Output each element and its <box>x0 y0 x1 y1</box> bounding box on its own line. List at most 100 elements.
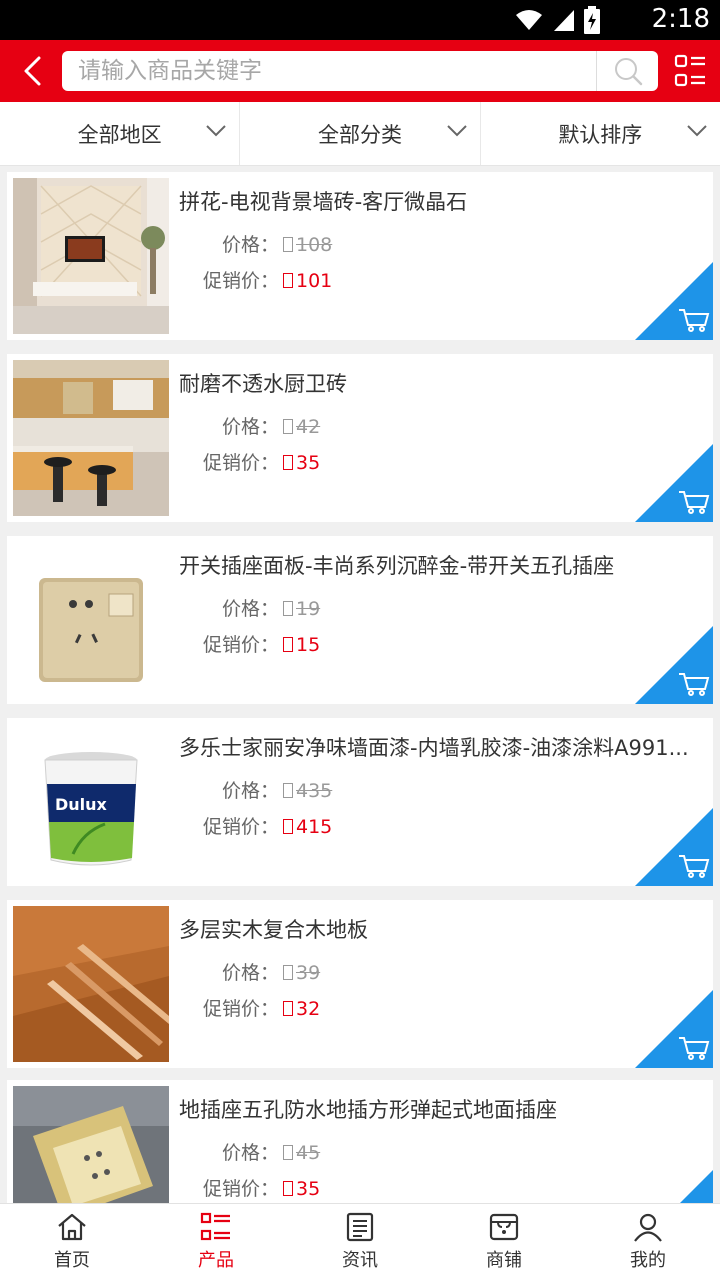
currency-icon <box>283 601 293 616</box>
filter-sort[interactable]: 默认排序 <box>481 102 720 165</box>
back-button[interactable] <box>14 52 50 90</box>
shop-icon <box>489 1213 519 1241</box>
promo-price-row: 促销价： 35 <box>179 1174 479 1201</box>
tab-home[interactable]: 首页 <box>0 1204 144 1280</box>
filter-label: 默认排序 <box>558 122 643 147</box>
price-label: 价格： <box>221 962 279 984</box>
currency-icon <box>283 273 293 288</box>
home-icon <box>58 1213 86 1241</box>
original-price: 42 <box>296 416 321 438</box>
price-label: 价格： <box>221 234 279 256</box>
product-image <box>13 178 169 334</box>
price-label: 价格： <box>221 780 279 802</box>
status-bar: 2:18 <box>0 0 720 40</box>
original-price: 435 <box>296 780 333 802</box>
tab-shops[interactable]: 商铺 <box>432 1204 576 1280</box>
tab-label: 我的 <box>630 1250 666 1271</box>
original-price-row: 价格： 45 <box>179 1138 479 1165</box>
currency-icon <box>283 1001 293 1016</box>
category-menu-button[interactable] <box>674 54 708 88</box>
currency-icon <box>283 965 293 980</box>
add-to-cart-button[interactable] <box>635 990 713 1068</box>
promo-label: 促销价： <box>202 452 279 474</box>
product-image <box>13 542 169 698</box>
search-input[interactable] <box>62 51 594 91</box>
tab-label: 商铺 <box>486 1250 522 1271</box>
product-card[interactable]: 多层实木复合木地板 价格： 39 促销价： 32 <box>7 900 713 1068</box>
currency-icon <box>283 819 293 834</box>
add-to-cart-button[interactable] <box>635 444 713 522</box>
filter-label: 全部分类 <box>317 122 402 147</box>
add-to-cart-button[interactable] <box>635 1170 713 1203</box>
product-card[interactable]: 耐磨不透水厨卫砖 价格： 42 促销价： 35 <box>7 354 713 522</box>
promo-price-row: 促销价： 101 <box>179 266 479 293</box>
product-image <box>13 360 169 516</box>
original-price: 39 <box>296 962 321 984</box>
original-price-row: 价格： 42 <box>179 412 479 439</box>
currency-icon <box>283 237 293 252</box>
signal-icon <box>554 10 574 31</box>
promo-label: 促销价： <box>202 270 279 292</box>
bottom-tab-bar: 首页 产品 资讯 商铺 我的 <box>0 1203 720 1280</box>
add-to-cart-button[interactable] <box>635 262 713 340</box>
filter-bar: 全部地区 全部分类 默认排序 <box>0 102 720 166</box>
chevron-down-icon <box>206 125 227 137</box>
product-card[interactable]: 开关插座面板-丰尚系列沉醉金-带开关五孔插座 价格： 19 促销价： 15 <box>7 536 713 704</box>
product-title: 拼花-电视背景墙砖-客厅微晶石 <box>179 190 468 214</box>
promo-price-row: 促销价： 35 <box>179 448 479 475</box>
currency-icon <box>283 1145 293 1160</box>
promo-price: 415 <box>296 816 333 838</box>
original-price-row: 价格： 39 <box>179 958 479 985</box>
promo-price: 101 <box>296 270 333 292</box>
grid-list-icon <box>674 54 705 87</box>
product-list-icon <box>200 1212 230 1241</box>
tab-products[interactable]: 产品 <box>144 1204 288 1280</box>
promo-price-row: 促销价： 32 <box>179 994 479 1021</box>
currency-icon <box>283 1181 293 1196</box>
dulux-logo-text: Dulux <box>55 795 108 814</box>
filter-region[interactable]: 全部地区 <box>0 102 241 165</box>
currency-icon <box>283 783 293 798</box>
status-time: 2:18 <box>651 4 710 34</box>
tab-label: 首页 <box>54 1250 90 1271</box>
product-title: 地插座五孔防水地插方形弹起式地面插座 <box>179 1098 557 1122</box>
add-to-cart-button[interactable] <box>635 808 713 886</box>
product-image: Dulux <box>13 724 169 880</box>
currency-icon <box>283 419 293 434</box>
product-card[interactable]: 地插座五孔防水地插方形弹起式地面插座 价格： 45 促销价： 35 <box>7 1080 713 1203</box>
promo-price-row: 促销价： 415 <box>179 812 479 839</box>
promo-price-row: 促销价： 15 <box>179 630 479 657</box>
filter-category[interactable]: 全部分类 <box>240 102 481 165</box>
original-price: 108 <box>296 234 333 256</box>
wifi-icon <box>516 10 542 30</box>
search-icon <box>614 58 642 86</box>
promo-price: 32 <box>296 998 321 1020</box>
currency-icon <box>283 455 293 470</box>
search-button[interactable] <box>596 51 658 91</box>
tab-mine[interactable]: 我的 <box>576 1204 720 1280</box>
top-bar <box>0 40 720 102</box>
promo-label: 促销价： <box>202 998 279 1020</box>
original-price-row: 价格： 435 <box>179 776 479 803</box>
search-box <box>62 51 658 91</box>
original-price: 45 <box>296 1142 321 1164</box>
product-image <box>13 1086 169 1203</box>
price-label: 价格： <box>221 1142 279 1164</box>
add-to-cart-button[interactable] <box>635 626 713 704</box>
product-image <box>13 906 169 1062</box>
product-card[interactable]: Dulux 多乐士家丽安净味墙面漆-内墙乳胶漆-油漆涂料A991... 价格： 4… <box>7 718 713 886</box>
promo-label: 促销价： <box>202 634 279 656</box>
promo-price: 35 <box>296 452 321 474</box>
user-icon <box>634 1213 662 1242</box>
promo-price: 15 <box>296 634 321 656</box>
product-title: 多层实木复合木地板 <box>179 918 368 942</box>
chevron-down-icon <box>687 125 707 137</box>
product-card[interactable]: 拼花-电视背景墙砖-客厅微晶石 价格： 108 促销价： 101 <box>7 172 713 340</box>
product-title: 多乐士家丽安净味墙面漆-内墙乳胶漆-油漆涂料A991... <box>179 736 689 760</box>
tab-news[interactable]: 资讯 <box>288 1204 432 1280</box>
product-title: 开关插座面板-丰尚系列沉醉金-带开关五孔插座 <box>179 554 615 578</box>
price-label: 价格： <box>221 416 279 438</box>
back-arrow-icon <box>24 56 41 86</box>
filter-label: 全部地区 <box>77 122 162 147</box>
tab-label: 资讯 <box>342 1250 378 1271</box>
